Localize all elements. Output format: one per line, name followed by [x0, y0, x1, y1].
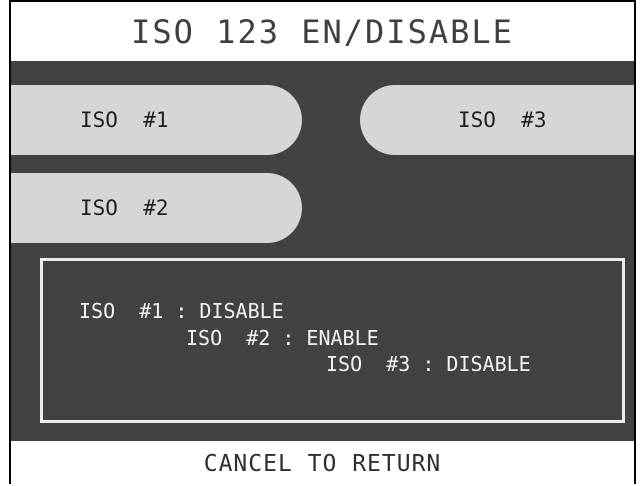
status-box: ISO #1 : DISABLE ISO #2 : ENABLE ISO #3 …: [40, 258, 625, 423]
title-bar: ISO 123 EN/DISABLE: [11, 2, 634, 61]
page-title: ISO 123 EN/DISABLE: [131, 12, 514, 51]
iso-2-button[interactable]: ISO #2: [11, 173, 302, 243]
iso-3-button[interactable]: ISO #3: [360, 85, 634, 155]
screen-panel: ISO #1 ISO #2 ISO #3 ISO #1 : DISABLE IS…: [11, 61, 634, 441]
footer: CANCEL TO RETURN: [11, 441, 634, 486]
iso-1-button-label: ISO #1: [80, 108, 169, 132]
cancel-instruction: CANCEL TO RETURN: [203, 450, 442, 477]
atm-screen-frame: ISO 123 EN/DISABLE ISO #1 ISO #2 ISO #3 …: [9, 0, 636, 484]
iso-1-button[interactable]: ISO #1: [11, 85, 302, 155]
iso-2-status: ISO #2 : ENABLE: [186, 326, 379, 350]
iso-1-status: ISO #1 : DISABLE: [79, 299, 284, 323]
iso-2-button-label: ISO #2: [80, 196, 169, 220]
iso-3-button-label: ISO #3: [458, 108, 547, 132]
iso-3-status: ISO #3 : DISABLE: [326, 352, 531, 376]
